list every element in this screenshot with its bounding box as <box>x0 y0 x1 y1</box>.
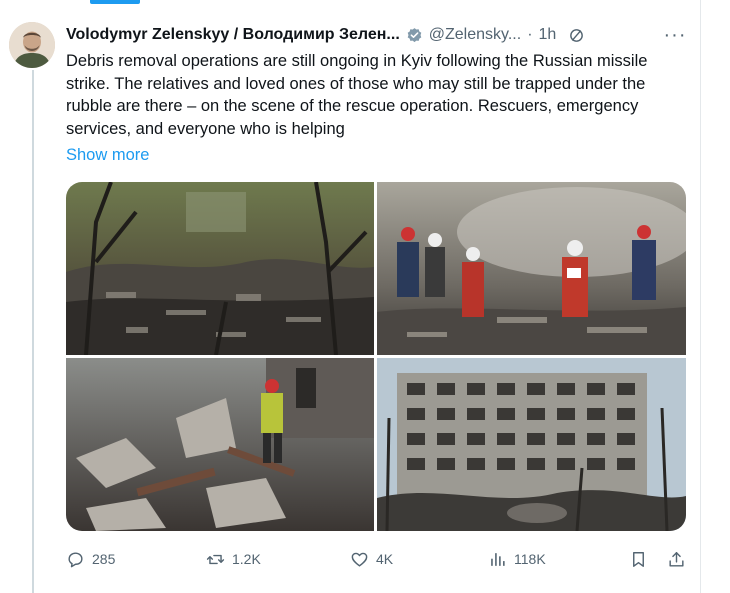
reply-icon <box>68 551 83 567</box>
reply-button[interactable]: 285 <box>66 548 115 570</box>
show-more-link[interactable]: Show more <box>66 146 149 165</box>
bookmark-icon <box>633 551 644 567</box>
tweet-text: Debris removal operations are still ongo… <box>66 52 648 138</box>
avatar[interactable] <box>9 22 55 68</box>
author-name[interactable]: Volodymyr Zelenskyy / Володимир Зелен... <box>66 26 400 44</box>
views-button[interactable]: 118K <box>488 548 546 570</box>
media-grid <box>66 182 686 531</box>
reply-count: 285 <box>92 551 116 567</box>
photo-rescuer-rubble[interactable] <box>66 358 374 531</box>
photo-rescuers-smoke[interactable] <box>377 182 686 355</box>
verified-badge-icon[interactable] <box>406 27 423 44</box>
repost-count: 1.2K <box>232 551 261 567</box>
repost-button[interactable]: 1.2K <box>206 548 261 570</box>
bookmark-button[interactable] <box>629 548 648 570</box>
share-icon <box>669 551 684 567</box>
photo-debris-trees[interactable] <box>66 182 374 355</box>
tweet-header: Volodymyr Zelenskyy / Володимир Зелен...… <box>66 24 690 46</box>
tweet-actions: 285 1.2K 4K 118K <box>66 548 686 570</box>
author-handle[interactable]: @Zelensky... <box>429 26 521 44</box>
thread-line <box>32 70 34 593</box>
edit-history-icon[interactable] <box>568 27 585 44</box>
heart-icon <box>351 552 368 567</box>
column-divider <box>700 0 701 593</box>
more-options-icon[interactable]: ··· <box>664 24 686 46</box>
analytics-icon <box>491 552 505 566</box>
separator-dot: · <box>527 26 533 43</box>
active-tab-indicator <box>90 0 140 4</box>
share-button[interactable] <box>667 548 686 570</box>
photo-damaged-building[interactable] <box>377 358 686 531</box>
like-count: 4K <box>376 551 394 567</box>
like-button[interactable]: 4K <box>350 548 393 570</box>
view-count: 118K <box>514 551 546 567</box>
repost-icon <box>206 554 225 564</box>
timestamp[interactable]: 1h <box>539 26 557 44</box>
